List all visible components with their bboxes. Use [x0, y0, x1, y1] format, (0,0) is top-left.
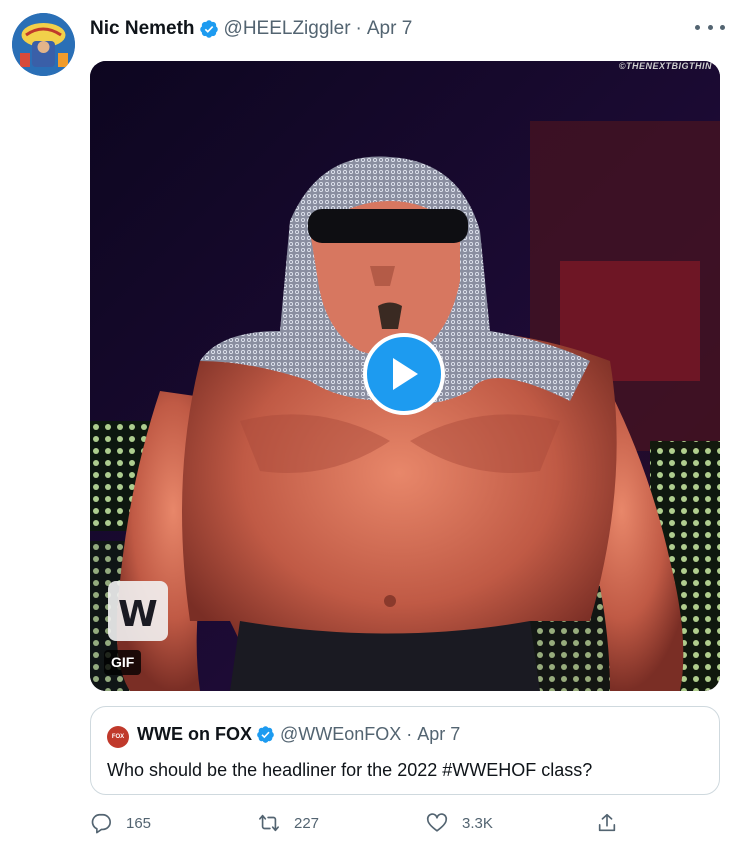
tweet-media-gif[interactable]: W ©THENEXTBIGTHIN GIF [90, 61, 720, 691]
share-button[interactable] [596, 809, 618, 837]
quoted-tweet-text: Who should be the headliner for the 2022… [107, 760, 593, 780]
like-button[interactable]: 3.3K [426, 809, 493, 837]
quoted-author-handle[interactable]: @WWEonFOX [280, 724, 401, 745]
more-options-icon[interactable] [695, 16, 725, 38]
quoted-header-separator: · [406, 724, 413, 744]
retweet-button[interactable]: 227 [258, 809, 319, 837]
wwe-logo: W [118, 594, 158, 635]
like-count: 3.3K [462, 814, 493, 832]
reply-count: 165 [126, 814, 152, 832]
tweet-date[interactable]: Apr 7 [367, 18, 412, 40]
header-separator: · [355, 18, 362, 39]
tweet-actions: 165 227 3.3K [90, 809, 630, 837]
play-button[interactable] [363, 333, 445, 415]
verified-badge-icon [257, 726, 274, 743]
quoted-author-name[interactable]: WWE on FOX [137, 724, 252, 745]
reply-button[interactable]: 165 [90, 809, 151, 837]
tweet-header: Nic Nemeth @HEELZiggler · Apr 7 [90, 16, 412, 42]
quoted-tweet-header: WWE on FOX @WWEonFOX · Apr 7 [137, 724, 460, 745]
tweet[interactable]: Nic Nemeth @HEELZiggler · Apr 7 W ©THENE… [0, 0, 743, 854]
retweet-count: 227 [294, 814, 320, 832]
author-name[interactable]: Nic Nemeth [90, 18, 195, 40]
quoted-tweet[interactable]: FOX WWE on FOX @WWEonFOX · Apr 7 Who sho… [90, 706, 720, 795]
verified-badge-icon [199, 20, 218, 38]
avatar-icon [12, 13, 75, 76]
quoted-avatar-text: FOX [111, 734, 125, 740]
gif-badge: GIF [104, 650, 142, 675]
retweet-icon [259, 814, 279, 832]
heart-icon [426, 813, 448, 832]
author-avatar[interactable] [12, 13, 75, 76]
quoted-author-avatar[interactable]: FOX [107, 726, 129, 748]
play-icon [393, 358, 418, 390]
media-watermark: ©THENEXTBIGTHIN [618, 61, 712, 71]
author-handle[interactable]: @HEELZiggler [224, 18, 351, 40]
share-icon [598, 813, 616, 832]
reply-icon [91, 813, 111, 834]
quoted-tweet-date[interactable]: Apr 7 [417, 724, 460, 745]
